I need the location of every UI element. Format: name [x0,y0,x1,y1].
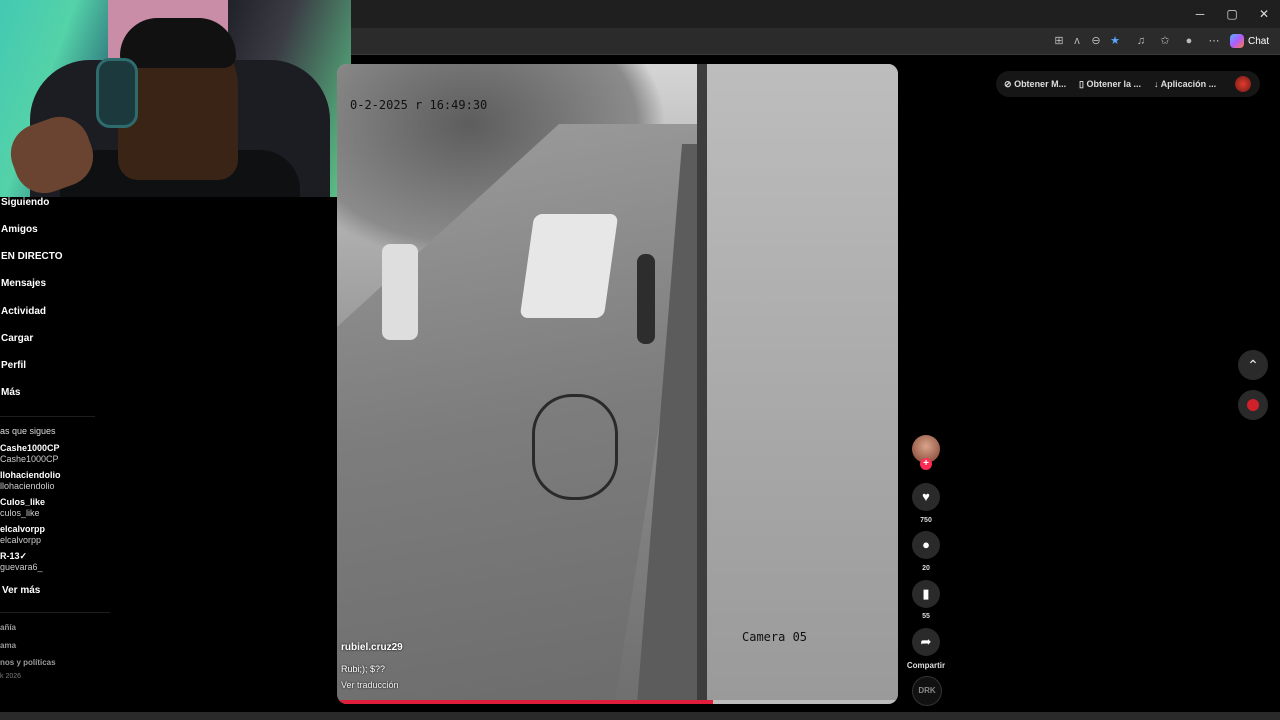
nav-upload[interactable]: Cargar [1,333,33,344]
account-name: Cashe1000CP [0,443,60,453]
see-more-link[interactable]: Ver más [2,585,40,596]
more-options-icon[interactable]: ⋯ [1205,33,1223,49]
desktop-app-label: Aplicación ... [1160,79,1217,89]
like-count: 750 [920,517,932,524]
zoom-icon[interactable]: ⊖ [1087,33,1105,49]
chat-label: Chat [1248,35,1270,47]
webcam-overlay [0,0,351,197]
account-handle: culos_like [0,508,40,518]
cctv-timestamp: 0-2-2025 r 16:49:30 [350,98,488,112]
translate-icon[interactable]: ʌ [1068,33,1086,49]
account-name: elcalvorpp [0,524,46,534]
followed-account[interactable]: Culos_like culos_like [0,497,45,519]
nav-profile[interactable]: Perfil [1,360,26,371]
desktop-app-button[interactable]: ↓ Aplicación ... [1154,79,1216,89]
music-disc[interactable]: DRK [912,676,942,706]
copilot-chat-button[interactable]: Chat [1230,32,1269,50]
video-parked-suv [382,244,418,340]
sidebar-divider [0,612,110,613]
favorite-star-icon[interactable]: ★ [1106,33,1124,49]
copilot-icon [1230,34,1244,48]
video-player[interactable]: 0-2-2025 r 16:49:30 Camera 05 rubiel.cru… [337,64,898,704]
account-handle: Cashe1000CP [0,454,59,464]
following-accounts-title: as que sigues [0,426,56,436]
webcam-headset [96,58,138,128]
video-progress-bar[interactable] [337,700,898,704]
video-author[interactable]: rubiel.cruz29 [341,642,403,653]
nav-more[interactable]: Más [1,387,20,398]
cctv-camera-label: Camera 05 [742,630,808,644]
download-icon: ↓ [1154,79,1159,89]
video-motorcycle [532,394,618,500]
footer-link[interactable]: añía [0,623,16,632]
like-heart-icon[interactable]: ♥ [912,483,940,511]
account-handle: elcalvorpp [0,535,42,545]
nav-friends[interactable]: Amigos [1,224,38,235]
taskbar-strip [0,712,1280,720]
video-convertible-car [519,214,619,318]
nav-live[interactable]: EN DIRECTO [1,251,63,262]
get-app-button[interactable]: ▯ Obtener la ... [1079,79,1141,90]
sidebar-divider [0,416,95,417]
profile-icon[interactable]: ● [1180,33,1198,49]
comment-icon[interactable]: ● [912,531,940,559]
get-coins-button[interactable]: ⊘ Obtener M... [1004,79,1066,90]
account-name: llohaciendolio [0,470,61,480]
followed-account[interactable]: elcalvorpp elcalvorpp [0,524,45,546]
followed-account[interactable]: Cashe1000CP Cashe1000CP [0,443,60,465]
comment-count: 20 [922,565,930,572]
video-parked-motorcycle [637,254,655,344]
maximize-button[interactable]: ▢ [1220,5,1244,23]
phone-icon: ▯ [1079,79,1084,89]
close-window-button[interactable]: ✕ [1252,5,1276,23]
account-name: Culos_like [0,497,46,507]
account-name: R-13✓ [0,551,28,561]
followed-account[interactable]: llohaciendolio llohaciendolio [0,470,61,492]
user-avatar-icon[interactable] [1235,76,1251,92]
nav-following[interactable]: Siguiendo [1,197,49,208]
account-handle: guevara6_ [0,562,43,572]
share-icon[interactable]: ➦ [912,628,940,656]
bookmark-icon[interactable]: ▮ [912,580,940,608]
favorites-icon[interactable]: ✩ [1156,33,1174,49]
footer-link[interactable]: ama [0,641,16,650]
get-app-label: Obtener la ... [1086,79,1141,89]
footer-copyright: k 2026 [0,673,22,680]
previous-video-button[interactable]: ⌃ [1238,350,1268,380]
webcam-hair [120,18,236,68]
save-count: 55 [922,613,930,620]
follow-plus-icon[interactable]: + [920,458,932,470]
nav-activity[interactable]: Actividad [1,306,46,317]
nav-messages[interactable]: Mensajes [1,278,46,289]
get-coins-label: Obtener M... [1014,79,1067,89]
account-handle: llohaciendolio [0,481,55,491]
video-caption: Rubi;); $?? [341,664,386,674]
video-progress-fill [337,700,713,704]
video-wall [707,64,898,704]
media-icon[interactable]: ♫ [1132,33,1150,49]
apps-icon[interactable]: ⊞ [1050,33,1068,49]
followed-account[interactable]: R-13✓ guevara6_ [0,551,43,573]
share-label: Compartir [906,661,946,670]
minimize-button[interactable]: ─ [1188,5,1212,23]
see-translation-link[interactable]: Ver traducción [341,680,399,690]
next-video-button[interactable] [1238,390,1268,420]
coin-icon: ⊘ [1004,79,1012,89]
footer-link[interactable]: nos y políticas [0,658,56,667]
